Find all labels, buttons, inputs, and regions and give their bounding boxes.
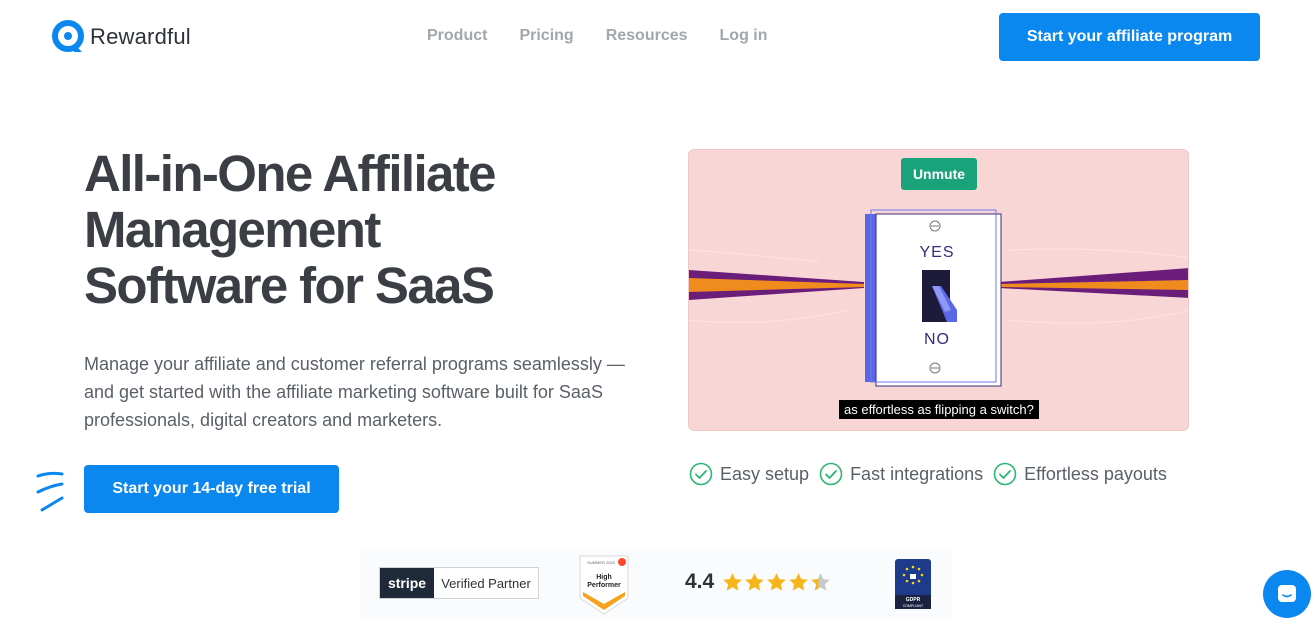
feature-label: Easy setup	[720, 463, 810, 484]
svg-text:GDPR: GDPR	[906, 597, 921, 603]
check-circle-icon	[819, 462, 843, 486]
rating-stars	[722, 572, 831, 593]
main-nav: Product Pricing Resources Log in	[427, 27, 768, 45]
feature-label: Effortless payouts	[1024, 463, 1167, 484]
stripe-logo: stripe	[380, 568, 434, 598]
headline-line-1: All-in-One Affiliate	[84, 145, 497, 202]
hero-headline: All-in-One Affiliate Management Software…	[84, 146, 644, 314]
nav-resources[interactable]: Resources	[606, 27, 688, 45]
check-circle-icon	[993, 462, 1017, 486]
site-header: Rewardful Product Pricing Resources Log …	[0, 0, 1314, 74]
star-icon	[767, 572, 787, 591]
rating-display: 4.4	[685, 570, 831, 594]
decorative-strokes-icon	[36, 471, 64, 512]
video-caption: as effortless as flipping a switch?	[839, 400, 1039, 419]
chat-icon	[1278, 585, 1296, 602]
brand-name: Rewardful	[90, 24, 191, 49]
stripe-verified-partner-badge: stripe Verified Partner	[379, 567, 539, 599]
feature-item: Fast integrations	[819, 462, 983, 486]
start-free-trial-button[interactable]: Start your 14-day free trial	[84, 465, 339, 513]
headline-line-3: Software for SaaS	[84, 257, 495, 314]
trust-badges-bar: stripe Verified Partner SUMMER 2025 High…	[360, 549, 952, 619]
feature-item: Effortless payouts	[993, 462, 1167, 486]
svg-text:SUMMER 2025: SUMMER 2025	[587, 560, 616, 565]
nav-login[interactable]: Log in	[720, 27, 768, 45]
star-icon	[723, 572, 743, 591]
svg-text:High: High	[596, 574, 612, 581]
unmute-button[interactable]: Unmute	[901, 158, 977, 190]
hero-video[interactable]: Unmute YES NO as effortless as flipping …	[688, 149, 1189, 431]
headline-line-2: Management	[84, 201, 381, 258]
switch-yes-label: YES	[919, 244, 955, 261]
star-icon	[789, 572, 809, 591]
star-icon	[811, 572, 831, 591]
feature-item: Easy setup	[689, 462, 809, 486]
switch-no-label: NO	[924, 331, 950, 348]
stripe-badge-label: Verified Partner	[441, 575, 531, 591]
nav-pricing[interactable]: Pricing	[519, 27, 573, 45]
feature-list: Easy setup Fast integrations Effortless …	[689, 462, 1167, 486]
brand-logo[interactable]: Rewardful	[52, 20, 191, 54]
video-scene	[689, 209, 1188, 387]
chat-launcher-button[interactable]	[1263, 570, 1311, 618]
rating-value: 4.4	[685, 570, 715, 593]
feature-label: Fast integrations	[850, 463, 984, 484]
start-affiliate-program-button[interactable]: Start your affiliate program	[999, 13, 1260, 61]
gdpr-compliant-badge: GDPR COMPLIANT	[895, 559, 931, 609]
check-circle-icon	[689, 462, 713, 486]
hero-subtext: Manage your affiliate and customer refer…	[84, 354, 625, 430]
svg-text:Performer: Performer	[587, 582, 621, 589]
rewardful-logo-icon	[52, 20, 84, 52]
nav-product[interactable]: Product	[427, 27, 487, 45]
g2-high-performer-badge: SUMMER 2025 High Performer	[579, 555, 629, 615]
svg-text:COMPLIANT: COMPLIANT	[903, 604, 924, 608]
star-icon	[745, 572, 765, 591]
